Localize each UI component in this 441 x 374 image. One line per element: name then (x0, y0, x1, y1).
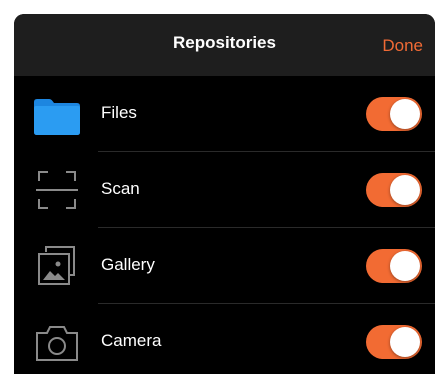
camera-toggle[interactable] (366, 325, 422, 359)
repository-label-gallery: Gallery (101, 255, 155, 274)
repository-row-camera[interactable]: Camera (14, 304, 435, 374)
repository-label-camera: Camera (101, 331, 162, 350)
toggle-knob (390, 175, 420, 205)
gallery-icon (32, 242, 82, 290)
camera-icon (32, 318, 82, 366)
toggle-knob (390, 327, 420, 357)
done-button[interactable]: Done (382, 35, 423, 57)
sheet-title: Repositories (173, 33, 276, 52)
files-toggle[interactable] (366, 97, 422, 131)
scan-frame-icon (32, 166, 82, 214)
repository-label-files: Files (101, 103, 137, 122)
scan-toggle[interactable] (366, 173, 422, 207)
toggle-knob (390, 99, 420, 129)
sheet-header: Repositories Done (14, 14, 435, 76)
repositories-sheet: Repositories Done Files Scan Gallery Cam… (14, 14, 435, 374)
folder-icon (32, 90, 82, 138)
repository-row-gallery[interactable]: Gallery (14, 228, 435, 304)
repository-row-scan[interactable]: Scan (14, 152, 435, 228)
repository-row-files[interactable]: Files (14, 76, 435, 152)
toggle-knob (390, 251, 420, 281)
repository-label-scan: Scan (101, 179, 140, 198)
gallery-toggle[interactable] (366, 249, 422, 283)
